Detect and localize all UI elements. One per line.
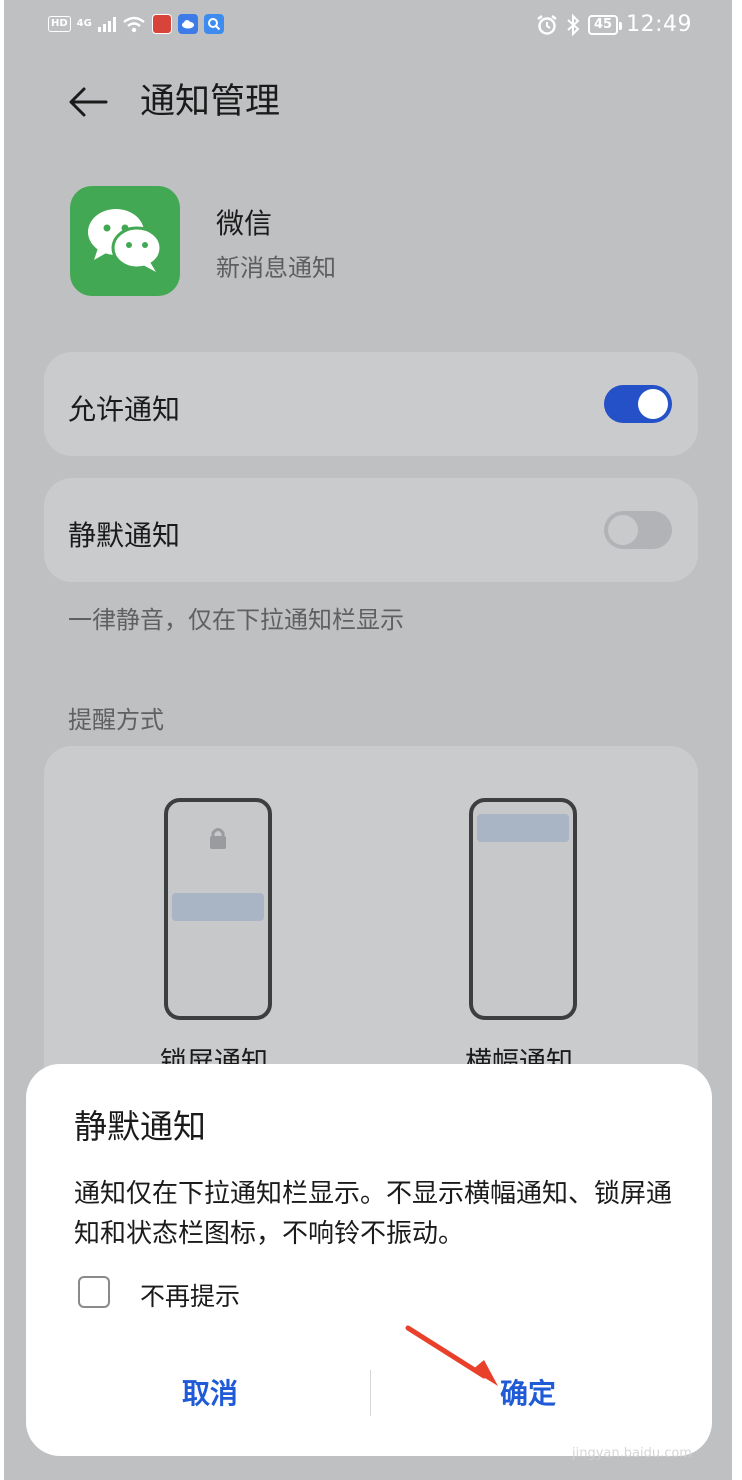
lockscreen-notification-bar	[172, 893, 264, 921]
network-type: 4G	[76, 18, 92, 29]
page-title: 通知管理	[140, 82, 281, 122]
app-notification-icon	[151, 14, 172, 34]
lockscreen-phone-icon[interactable]	[164, 798, 272, 1020]
dialog-title: 静默通知	[74, 1107, 206, 1146]
status-time: 12:49	[626, 12, 692, 37]
battery-icon: 45	[588, 14, 623, 35]
silent-notification-dialog: 静默通知 通知仅在下拉通知栏显示。不显示横幅通知、锁屏通知和状态栏图标，不响铃不…	[26, 1064, 712, 1456]
silent-hint: 一律静音，仅在下拉通知栏显示	[68, 606, 404, 634]
signal-icon	[97, 16, 116, 32]
allow-notification-row[interactable]: 允许通知	[44, 352, 698, 456]
status-left: HD 4G	[48, 14, 224, 34]
cloud-icon	[177, 14, 198, 34]
wifi-icon	[123, 16, 145, 33]
silent-notification-toggle[interactable]	[604, 511, 672, 549]
hd-badge: HD	[48, 16, 71, 32]
silent-notification-label: 静默通知	[68, 519, 181, 552]
alarm-icon	[537, 14, 557, 35]
toggle-knob	[638, 389, 668, 419]
banner-phone-icon[interactable]	[469, 798, 577, 1020]
lock-icon	[210, 828, 226, 849]
status-bar: HD 4G 45 12:49	[4, 0, 732, 54]
allow-notification-toggle[interactable]	[604, 385, 672, 423]
screen: HD 4G 45 12:49 通知管理 微信 新消息通知 允许通知 静默通知 一…	[4, 0, 732, 1480]
dialog-body: 通知仅在下拉通知栏显示。不显示横幅通知、锁屏通知和状态栏图标，不响铃不振动。	[74, 1179, 673, 1249]
cancel-button[interactable]: 取消	[182, 1372, 238, 1412]
arrow-left-icon[interactable]	[66, 80, 110, 124]
status-right: 45 12:49	[536, 12, 692, 37]
toggle-knob	[608, 515, 638, 545]
silent-notification-row[interactable]: 静默通知	[44, 478, 698, 582]
watermark-logo: Baidu经验	[570, 1408, 658, 1429]
allow-notification-label: 允许通知	[68, 393, 181, 426]
dont-remind-checkbox[interactable]	[78, 1276, 110, 1308]
wechat-icon	[70, 186, 180, 296]
reminder-section-title: 提醒方式	[68, 706, 164, 734]
button-divider	[370, 1370, 371, 1416]
app-subtitle: 新消息通知	[216, 254, 336, 282]
app-name: 微信	[216, 207, 273, 240]
watermark-url: jingyan.baidu.com	[572, 1446, 692, 1461]
annotation-arrow	[405, 1325, 498, 1386]
banner-notification-bar	[477, 814, 569, 842]
bluetooth-icon	[567, 13, 580, 36]
search-app-icon	[203, 14, 224, 34]
dont-remind-label[interactable]: 不再提示	[140, 1277, 240, 1313]
